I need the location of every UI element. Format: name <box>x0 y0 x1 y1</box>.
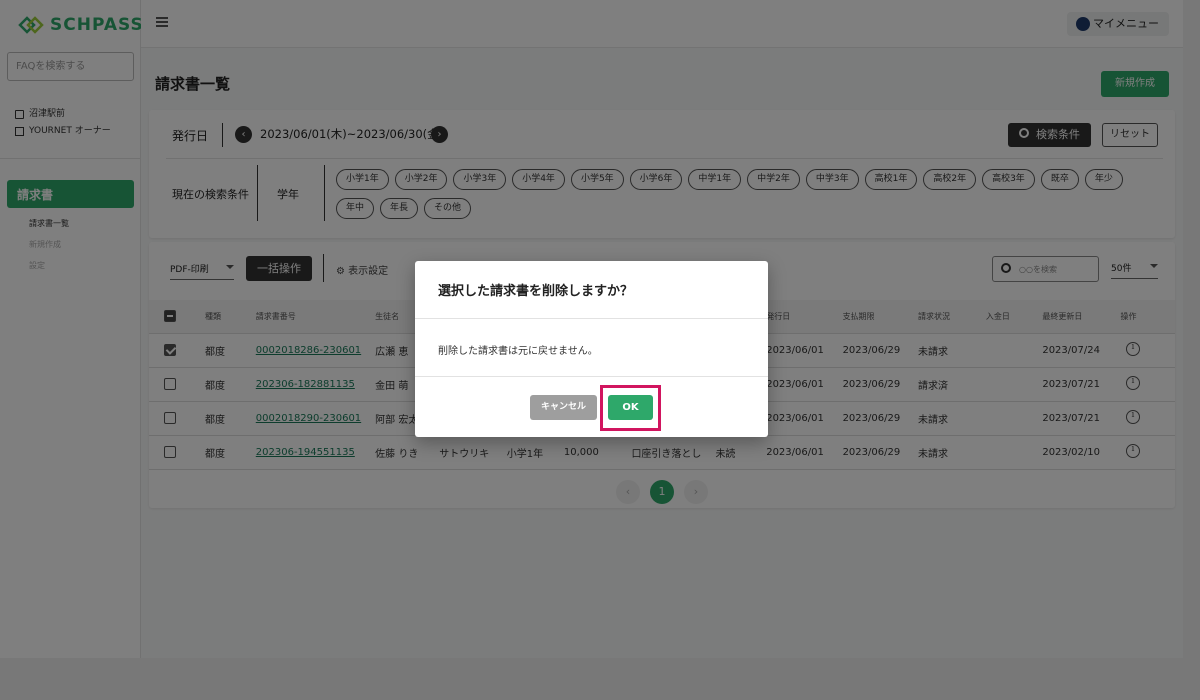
cancel-button[interactable]: キャンセル <box>530 395 597 420</box>
dialog-title: 選択した請求書を削除しますか？ <box>438 284 634 299</box>
divider <box>415 318 768 319</box>
divider <box>415 376 768 377</box>
delete-confirm-dialog: 選択した請求書を削除しますか？ 削除した請求書は元に戻せません。 キャンセル O… <box>415 261 768 437</box>
dialog-message: 削除した請求書は元に戻せません。 <box>438 346 598 357</box>
ok-button[interactable]: OK <box>608 395 653 420</box>
